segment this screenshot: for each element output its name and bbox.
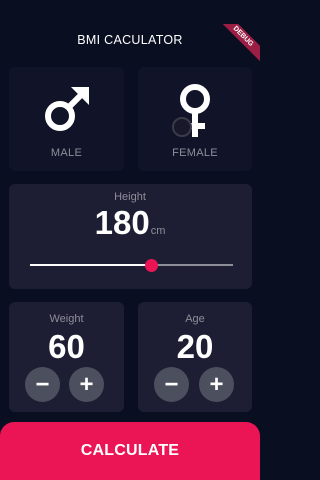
minus-icon: − <box>35 370 50 398</box>
male-card[interactable]: MALE <box>9 67 124 171</box>
mars-icon <box>44 87 89 131</box>
app-title: BMI CACULATOR <box>77 33 183 47</box>
minus-icon: − <box>164 370 179 398</box>
plus-icon: + <box>209 370 224 398</box>
weight-value: 60 <box>48 328 85 365</box>
female-card[interactable]: FEMALE <box>138 67 252 171</box>
debug-banner-label: DEBUG <box>216 24 260 66</box>
calculate-button[interactable]: CALCULATE <box>0 422 260 480</box>
weight-label: Weight <box>49 313 84 325</box>
height-value: 180 <box>94 204 150 241</box>
plus-icon: + <box>79 370 94 398</box>
height-unit: cm <box>150 225 166 237</box>
weight-decrement-button[interactable]: − <box>25 367 60 402</box>
touch-ripple <box>172 117 192 137</box>
calculate-label: CALCULATE <box>80 442 180 459</box>
status-bar <box>0 0 260 24</box>
age-label: Age <box>185 313 205 325</box>
weight-increment-button[interactable]: + <box>69 367 104 402</box>
female-label: FEMALE <box>172 147 218 159</box>
height-value-row: 180 cm <box>0 206 260 239</box>
age-decrement-button[interactable]: − <box>154 367 189 402</box>
debug-banner: DEBUG <box>216 24 260 68</box>
height-slider-active-track <box>30 263 152 266</box>
male-label: MALE <box>50 147 83 159</box>
age-increment-button[interactable]: + <box>199 367 234 402</box>
age-value: 20 <box>176 328 214 365</box>
height-slider-thumb[interactable] <box>145 258 159 272</box>
height-label: Height <box>114 191 146 203</box>
